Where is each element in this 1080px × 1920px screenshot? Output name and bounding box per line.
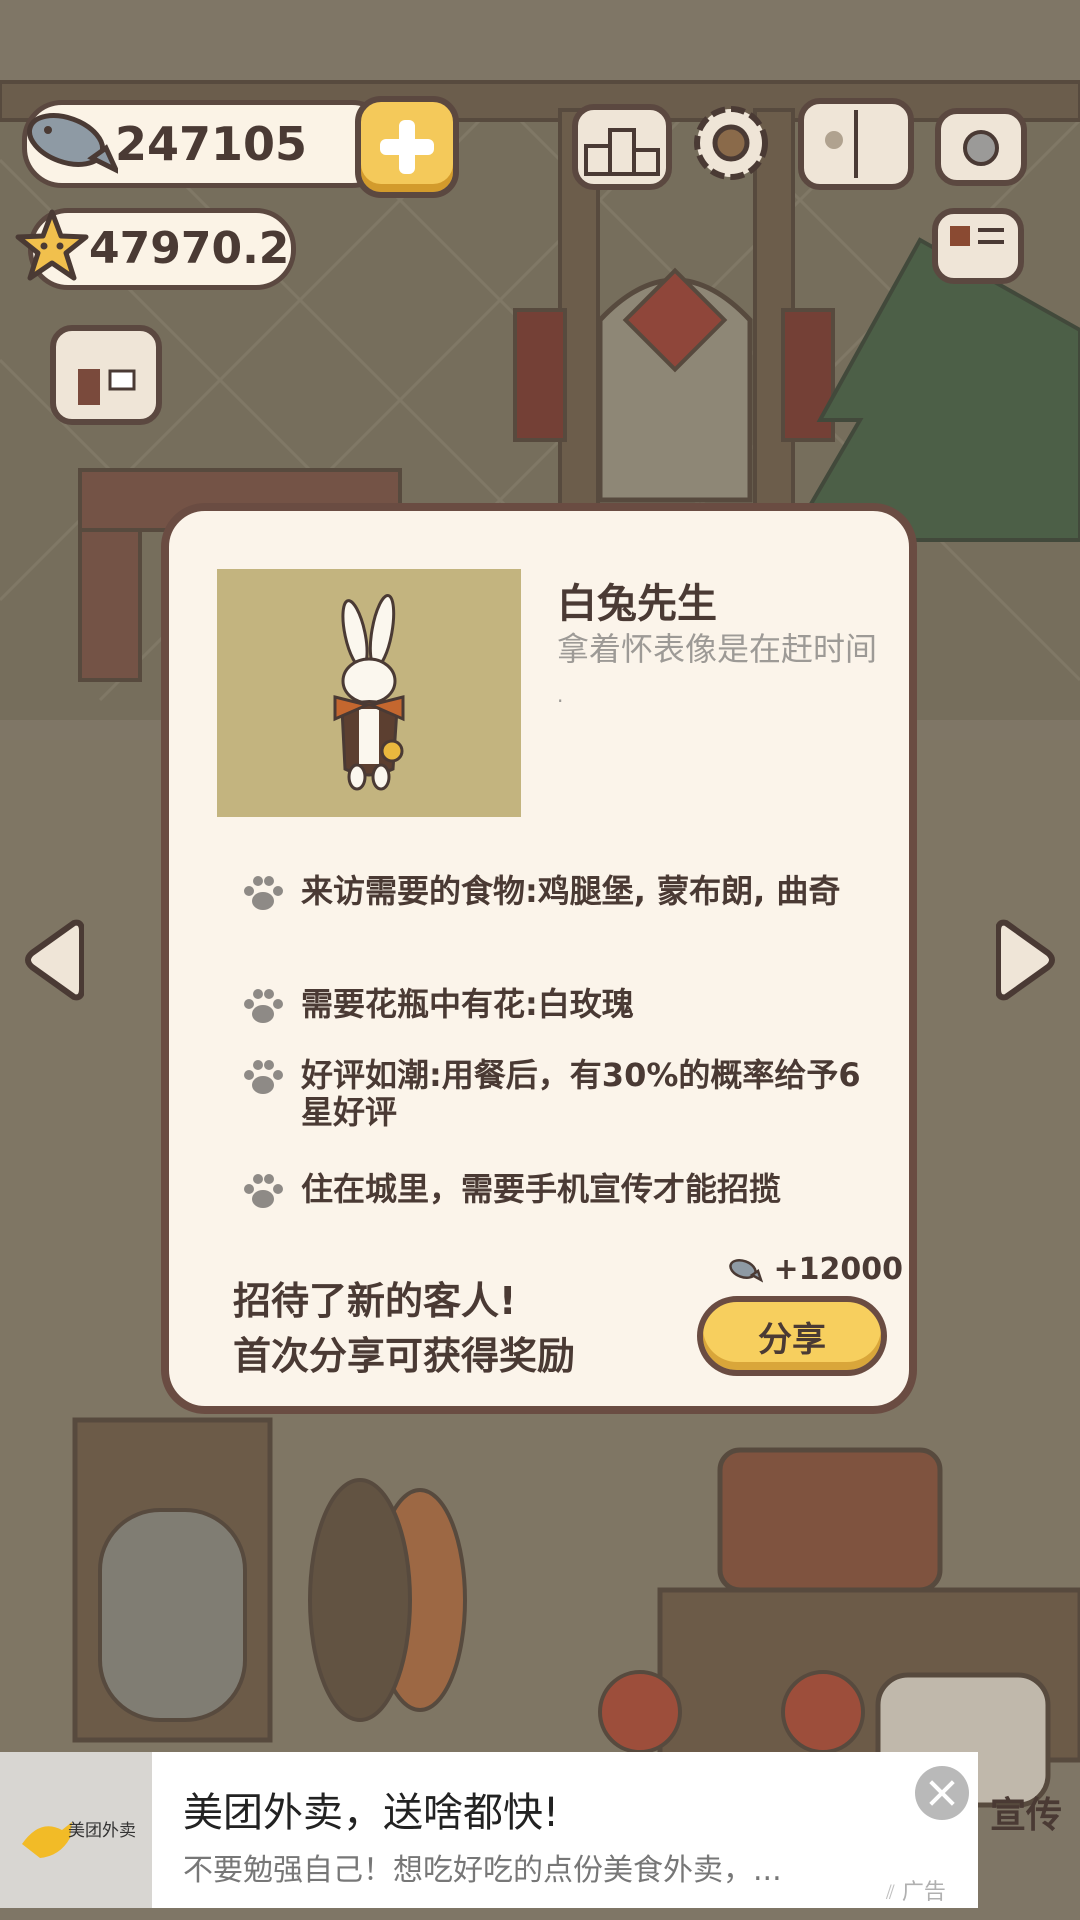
requirement-item: 住在城里，需要手机宣传才能招揽 bbox=[241, 1171, 861, 1215]
paw-icon bbox=[244, 1174, 283, 1208]
customer-portrait bbox=[217, 569, 521, 817]
recipe-book-button[interactable] bbox=[798, 98, 914, 190]
gear-icon bbox=[694, 106, 768, 180]
customer-info-dialog: 白兔先生 拿着怀表像是在赶时间 . 来访需要的食物:鸡腿堡, 蒙布朗, 曲奇 需… bbox=[161, 503, 917, 1414]
share-button[interactable]: 分享 bbox=[697, 1296, 887, 1376]
leaderboard-button[interactable] bbox=[572, 104, 672, 190]
white-rabbit-illustration bbox=[333, 594, 405, 791]
ad-tag-text: 广告 bbox=[901, 1880, 946, 1905]
requirement-text: 来访需要的食物:鸡腿堡, 蒙布朗, 曲奇 bbox=[301, 872, 841, 910]
add-currency-button[interactable] bbox=[355, 96, 459, 198]
paw-icon bbox=[244, 989, 283, 1023]
customer-description-dot: . bbox=[557, 683, 564, 707]
share-reward: +12000 bbox=[727, 1252, 903, 1287]
shop-button[interactable] bbox=[50, 325, 162, 425]
newspaper-icon bbox=[950, 226, 1004, 246]
requirement-text: 好评如潮:用餐后，有30%的概率给予6星好评 bbox=[301, 1056, 861, 1131]
reward-amount: +12000 bbox=[773, 1252, 903, 1287]
newspaper-button[interactable] bbox=[932, 208, 1024, 284]
close-ad-button[interactable] bbox=[915, 1766, 969, 1820]
ad-title: 美团外卖，送啥都快! bbox=[183, 1790, 560, 1836]
promote-button-label: 宣传 bbox=[990, 1795, 1063, 1836]
ad-brand-name: 美团外卖 bbox=[68, 1821, 136, 1841]
fish-icon bbox=[729, 1259, 764, 1283]
star-icon bbox=[15, 209, 89, 281]
fish-icon bbox=[27, 113, 118, 174]
ad-source-icon: ⫽ bbox=[886, 1880, 895, 1904]
new-customer-line: 招待了新的客人! bbox=[233, 1279, 517, 1323]
requirement-text: 需要花瓶中有花:白玫瑰 bbox=[301, 985, 634, 1023]
fish-count: 247105 bbox=[115, 117, 308, 171]
podium-icon bbox=[584, 128, 660, 176]
new-customer-message: 招待了新的客人! 首次分享可获得奖励 bbox=[233, 1274, 575, 1384]
requirement-text: 住在城里，需要手机宣传才能招揽 bbox=[301, 1170, 782, 1208]
customer-description: 拿着怀表像是在赶时间 bbox=[557, 630, 878, 668]
ad-body: 不要勉强自己！想吃好吃的点份美食外卖，... bbox=[183, 1853, 782, 1888]
ad-banner[interactable]: 美团外卖 美团外卖，送啥都快! 不要勉强自己！想吃好吃的点份美食外卖，... ⫽… bbox=[0, 1752, 978, 1908]
next-customer-arrow[interactable] bbox=[996, 915, 1058, 1005]
paw-icon bbox=[244, 876, 283, 910]
camera-icon bbox=[963, 130, 999, 166]
settings-button[interactable] bbox=[688, 100, 774, 186]
store-icon bbox=[78, 369, 136, 405]
requirement-item: 来访需要的食物:鸡腿堡, 蒙布朗, 曲奇 bbox=[241, 873, 861, 953]
share-reward-hint: 首次分享可获得奖励 bbox=[233, 1334, 576, 1378]
star-count: 47970.2 bbox=[89, 223, 290, 274]
camera-button[interactable] bbox=[935, 108, 1027, 186]
previous-customer-arrow[interactable] bbox=[22, 915, 84, 1005]
customer-name: 白兔先生 bbox=[557, 581, 717, 627]
ad-brand-logo: 美团外卖 bbox=[0, 1752, 152, 1908]
book-icon bbox=[825, 110, 858, 178]
requirement-item: 需要花瓶中有花:白玫瑰 bbox=[241, 986, 861, 1030]
ad-label: ⫽ 广告 bbox=[886, 1874, 946, 1906]
requirement-item: 好评如潮:用餐后，有30%的概率给予6星好评 bbox=[241, 1057, 861, 1137]
paw-icon bbox=[244, 1060, 283, 1094]
